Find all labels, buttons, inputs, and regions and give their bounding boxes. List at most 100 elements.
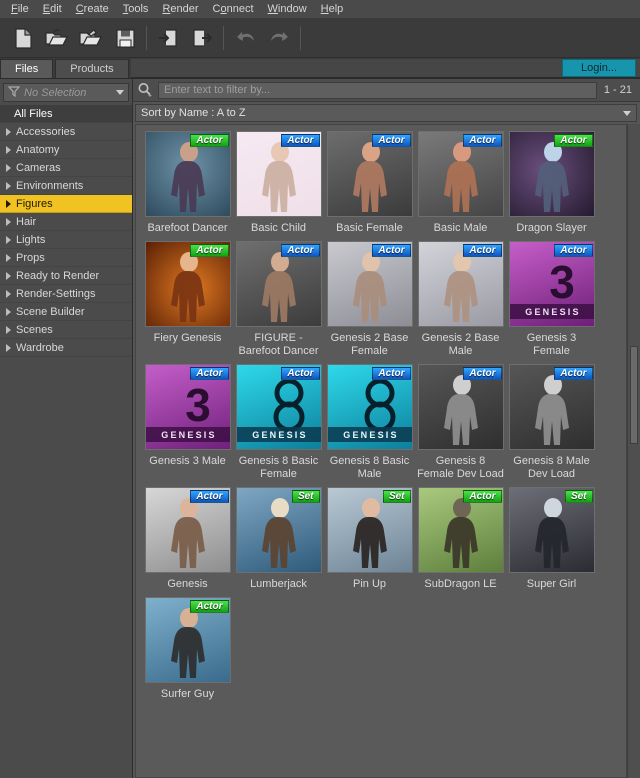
expand-triangle-icon[interactable] — [6, 289, 11, 298]
sidebar-item-wardrobe[interactable]: Wardrobe — [0, 339, 132, 357]
sidebar-item-anatomy[interactable]: Anatomy — [0, 141, 132, 159]
open-folder-icon[interactable] — [40, 22, 74, 54]
login-button[interactable]: Login... — [562, 59, 636, 77]
asset-thumbnail[interactable]: Actor — [508, 364, 595, 450]
asset-tile[interactable]: Actor Genesis 8 Male Dev Load — [506, 364, 597, 481]
menu-item-window[interactable]: Window — [261, 1, 314, 18]
asset-thumbnail[interactable]: Set — [508, 487, 595, 573]
asset-thumbnail[interactable]: Actor — [326, 241, 413, 327]
asset-tile[interactable]: GENESIS Actor Genesis 8 Basic Male — [324, 364, 415, 481]
asset-thumbnail[interactable]: Actor — [508, 131, 595, 217]
sidebar-item-render-settings[interactable]: Render-Settings — [0, 285, 132, 303]
asset-thumbnail[interactable]: Actor — [417, 241, 504, 327]
expand-triangle-icon[interactable] — [6, 235, 11, 244]
asset-tile[interactable]: Set Lumberjack — [233, 487, 324, 591]
selection-filter-dropdown[interactable]: No Selection — [3, 83, 129, 102]
menu-item-create[interactable]: Create — [69, 1, 116, 18]
menu-item-tools[interactable]: Tools — [116, 1, 156, 18]
grid-scrollbar[interactable] — [627, 124, 640, 778]
asset-thumbnail[interactable]: 3 GENESIS Actor — [144, 364, 231, 450]
asset-tile[interactable]: Actor SubDragon LE — [415, 487, 506, 591]
sidebar-item-scene-builder[interactable]: Scene Builder — [0, 303, 132, 321]
asset-tile[interactable]: Actor Basic Female — [324, 131, 415, 235]
sidebar-item-figures[interactable]: Figures — [0, 195, 132, 213]
menu-item-help[interactable]: Help — [314, 1, 351, 18]
asset-tile[interactable]: Actor Genesis 2 Base Male — [415, 241, 506, 358]
asset-badge: Set — [564, 490, 593, 503]
asset-tile[interactable]: Actor Barefoot Dancer — [142, 131, 233, 235]
asset-tile[interactable]: Actor Genesis 8 Female Dev Load — [415, 364, 506, 481]
redo-icon[interactable] — [262, 22, 296, 54]
expand-triangle-icon[interactable] — [6, 127, 11, 136]
menu-item-edit[interactable]: Edit — [36, 1, 69, 18]
asset-tile[interactable]: Actor Fiery Genesis — [142, 241, 233, 358]
sidebar-item-hair[interactable]: Hair — [0, 213, 132, 231]
asset-thumbnail[interactable]: Actor — [417, 131, 504, 217]
asset-thumbnail[interactable]: Actor — [144, 597, 231, 683]
asset-tile[interactable]: Actor Genesis 2 Base Female — [324, 241, 415, 358]
undo-icon[interactable] — [228, 22, 262, 54]
sidebar-item-accessories[interactable]: Accessories — [0, 123, 132, 141]
asset-badge: Actor — [190, 134, 229, 147]
sidebar-item-cameras[interactable]: Cameras — [0, 159, 132, 177]
asset-thumbnail[interactable]: Actor — [417, 364, 504, 450]
sidebar-item-scenes[interactable]: Scenes — [0, 321, 132, 339]
asset-badge: Actor — [190, 244, 229, 257]
tab-products[interactable]: Products — [55, 59, 129, 78]
asset-thumbnail[interactable]: Actor — [144, 131, 231, 217]
asset-label: Fiery Genesis — [153, 332, 222, 344]
expand-triangle-icon[interactable] — [6, 163, 11, 172]
asset-thumbnail[interactable]: Set — [326, 487, 413, 573]
expand-triangle-icon[interactable] — [6, 199, 11, 208]
import-icon[interactable] — [151, 22, 185, 54]
asset-tile[interactable]: Actor Basic Male — [415, 131, 506, 235]
sort-dropdown[interactable]: Sort by Name : A to Z — [135, 104, 637, 122]
asset-tile[interactable]: Set Pin Up — [324, 487, 415, 591]
tab-files[interactable]: Files — [0, 59, 54, 78]
sidebar-item-lights[interactable]: Lights — [0, 231, 132, 249]
asset-tile[interactable]: Actor Basic Child — [233, 131, 324, 235]
sidebar-item-props[interactable]: Props — [0, 249, 132, 267]
magnifier-icon[interactable] — [135, 81, 155, 100]
asset-thumbnail[interactable]: Actor — [144, 487, 231, 573]
expand-triangle-icon[interactable] — [6, 307, 11, 316]
daz-content-library-window: File Edit Create Tools Render Connect Window He… — [0, 0, 640, 778]
expand-triangle-icon[interactable] — [6, 325, 11, 334]
asset-thumbnail[interactable]: Actor — [417, 487, 504, 573]
expand-triangle-icon[interactable] — [6, 271, 11, 280]
export-icon[interactable] — [185, 22, 219, 54]
asset-tile[interactable]: Actor FIGURE - Barefoot Dancer — [233, 241, 324, 358]
sidebar-item-all-files[interactable]: All Files — [0, 105, 132, 123]
open-recent-folder-icon[interactable] — [74, 22, 108, 54]
expand-triangle-icon[interactable] — [6, 253, 11, 262]
menu-item-render[interactable]: Render — [155, 1, 205, 18]
asset-tile[interactable]: 3 GENESIS Actor Genesis 3 Female — [506, 241, 597, 358]
asset-tile[interactable]: Set Super Girl — [506, 487, 597, 591]
expand-triangle-icon[interactable] — [6, 343, 11, 352]
asset-thumbnail[interactable]: Set — [235, 487, 322, 573]
asset-thumbnail[interactable]: Actor — [235, 131, 322, 217]
expand-triangle-icon[interactable] — [6, 145, 11, 154]
asset-tile[interactable]: Actor Dragon Slayer — [506, 131, 597, 235]
asset-thumbnail[interactable]: GENESIS Actor — [326, 364, 413, 450]
asset-tile[interactable]: Actor Surfer Guy — [142, 597, 233, 701]
menu-item-connect[interactable]: Connect — [206, 1, 261, 18]
grid-scrollbar-thumb[interactable] — [630, 346, 638, 445]
sidebar-item-environments[interactable]: Environments — [0, 177, 132, 195]
search-input[interactable] — [158, 81, 597, 99]
asset-badge: Actor — [281, 244, 320, 257]
new-file-icon[interactable] — [6, 22, 40, 54]
asset-thumbnail[interactable]: Actor — [144, 241, 231, 327]
expand-triangle-icon[interactable] — [6, 181, 11, 190]
asset-tile[interactable]: GENESIS Actor Genesis 8 Basic Female — [233, 364, 324, 481]
sidebar-item-ready-to-render[interactable]: Ready to Render — [0, 267, 132, 285]
menu-item-file[interactable]: File — [4, 1, 36, 18]
save-icon[interactable] — [108, 22, 142, 54]
asset-thumbnail[interactable]: 3 GENESIS Actor — [508, 241, 595, 327]
asset-tile[interactable]: Actor Genesis — [142, 487, 233, 591]
expand-triangle-icon[interactable] — [6, 217, 11, 226]
asset-tile[interactable]: 3 GENESIS Actor Genesis 3 Male — [142, 364, 233, 481]
asset-thumbnail[interactable]: Actor — [235, 241, 322, 327]
asset-thumbnail[interactable]: GENESIS Actor — [235, 364, 322, 450]
asset-thumbnail[interactable]: Actor — [326, 131, 413, 217]
